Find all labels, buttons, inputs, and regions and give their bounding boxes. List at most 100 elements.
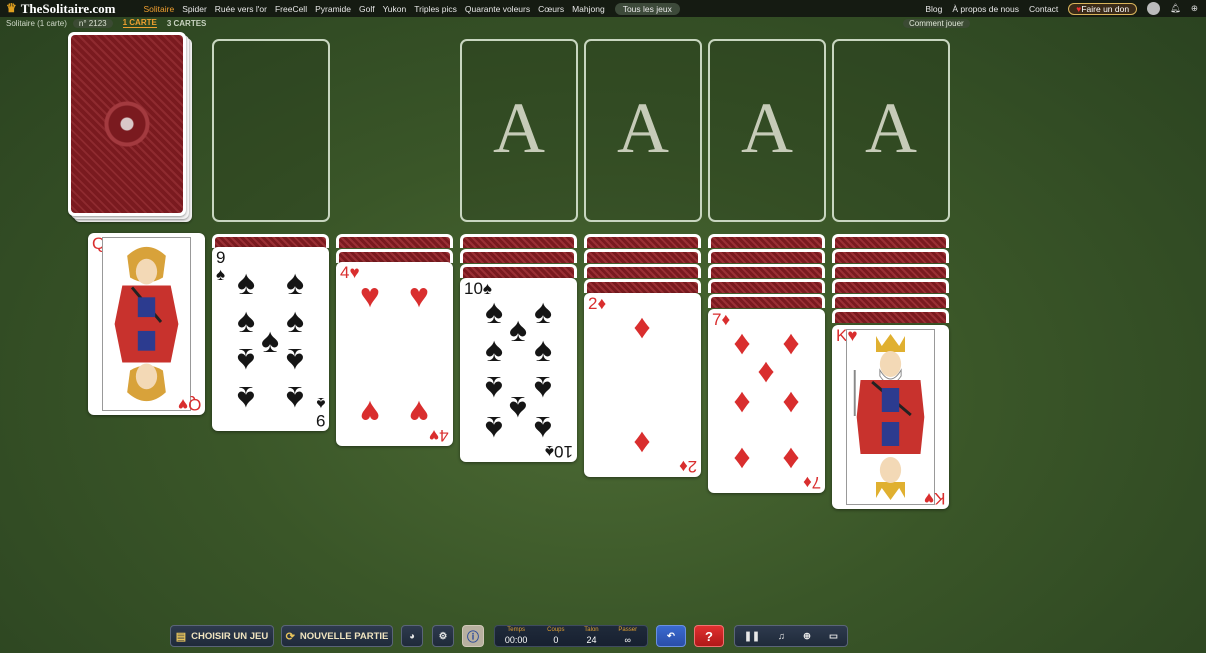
nav-golf[interactable]: Golf	[359, 4, 375, 14]
face-down-card	[584, 279, 701, 293]
nav-freecell[interactable]: FreeCell	[275, 4, 307, 14]
foundation-1[interactable]: A	[460, 39, 578, 222]
diamond-icon: ♦	[633, 424, 651, 462]
spade-icon: ♠	[236, 264, 256, 302]
diamond-icon: ♦	[757, 352, 775, 390]
card-index: Q♥	[177, 395, 201, 414]
card-index: 9 ♠	[216, 248, 226, 284]
ace-placeholder: A	[741, 88, 793, 168]
all-games-button[interactable]: Tous les jeux	[614, 2, 680, 15]
avatar[interactable]	[1147, 2, 1161, 15]
foundation-4[interactable]: A	[832, 39, 950, 222]
face-down-card	[832, 294, 949, 308]
face-down-card	[708, 234, 825, 248]
card-ten-spades[interactable]: 10♠ ♠ ♠ ♠ ♠ ♠ ♠ ♠ ♠ ♠ ♠ 10♠	[460, 278, 577, 462]
card-four-hearts[interactable]: 4♥ ♥ ♥ ♥ ♥ 4♥	[336, 262, 453, 446]
info-icon[interactable]: ⓘ	[462, 625, 484, 647]
spade-icon: ♠	[285, 264, 305, 302]
nav-forty-thieves[interactable]: Quarante voleurs	[465, 4, 530, 14]
nav-pyramid[interactable]: Pyramide	[315, 4, 351, 14]
spade-icon: ♠	[484, 409, 504, 447]
mode-one-card[interactable]: 1 CARTE	[122, 18, 157, 28]
bell-icon[interactable]: 🔔︎	[1170, 3, 1181, 14]
site-logo[interactable]: ♛ TheSolitaire.com	[6, 1, 116, 17]
card-seven-diamonds[interactable]: 7♦ ♦ ♦ ♦ ♦ ♦ ♦ ♦ 7♦	[708, 309, 825, 493]
stock-pile[interactable]	[68, 32, 186, 216]
undo-icon: ↶	[667, 630, 675, 642]
game-number[interactable]: n° 2123	[72, 18, 113, 28]
nav-yukon[interactable]: Yukon	[383, 4, 407, 14]
card-index: 2♦	[588, 294, 607, 313]
diamond-icon: ♦	[633, 308, 651, 346]
crown-icon: ♛	[6, 1, 17, 15]
spade-icon: ♠	[236, 302, 256, 340]
game-stats: Temps 00:00 Coups 0 Talon 24 Passer ∞	[494, 625, 648, 647]
nav-mahjong[interactable]: Mahjong	[572, 4, 605, 14]
nav-spider[interactable]: Spider	[182, 4, 207, 14]
about-link[interactable]: À propos de nous	[952, 4, 1019, 14]
face-down-card	[708, 249, 825, 263]
mode-three-cards[interactable]: 3 CARTES	[167, 19, 207, 28]
ace-placeholder: A	[493, 88, 545, 168]
heart-icon: ♥	[359, 277, 381, 315]
new-game-button[interactable]: ⟳ NOUVELLE PARTIE	[281, 625, 393, 647]
spade-icon: ♠	[260, 322, 280, 360]
face-down-card	[832, 249, 949, 263]
fullscreen-icon[interactable]: ▭	[829, 631, 838, 642]
card-index: 4♥	[429, 426, 449, 445]
spade-icon: ♠	[484, 293, 504, 331]
zoom-in-icon[interactable]: ⊕	[803, 631, 811, 642]
card-nine-spades[interactable]: 9 ♠ ♠ ♠ ♠ ♠ ♠ ♠ ♠ ♠ ♠ 9 ♠	[212, 247, 329, 431]
card-index: K♥	[923, 489, 945, 508]
pause-icon[interactable]: ❚❚	[744, 631, 760, 642]
nav-solitaire[interactable]: Solitaire	[144, 4, 175, 14]
palette-icon[interactable]: ◕	[401, 625, 423, 647]
spade-icon: ♠	[484, 369, 504, 407]
card-queen-hearts[interactable]: Q♥ Q♥	[88, 233, 205, 415]
ace-placeholder: A	[617, 88, 669, 168]
face-down-card	[460, 264, 577, 278]
choose-game-button[interactable]: ▤ CHOISIR UN JEU	[170, 625, 274, 647]
undo-button[interactable]: ↶	[656, 625, 686, 647]
stock-stat: Talon 24	[584, 627, 599, 645]
spade-icon: ♠	[285, 341, 305, 379]
card-king-hearts[interactable]: K♥ K♥	[832, 325, 949, 509]
card-index: 2♦	[678, 457, 697, 476]
question-icon: ?	[705, 628, 713, 644]
blog-link[interactable]: Blog	[925, 4, 942, 14]
how-to-play-button[interactable]: Comment jouer	[903, 18, 970, 28]
foundation-3[interactable]: A	[708, 39, 826, 222]
game-title: Solitaire (1 carte)	[6, 18, 67, 28]
face-down-card	[460, 249, 577, 263]
nav-hearts[interactable]: Cœurs	[538, 4, 564, 14]
queen-portrait	[102, 237, 191, 411]
spade-icon: ♠	[508, 389, 528, 427]
card-index: 9 ♠	[315, 394, 325, 430]
foundation-2[interactable]: A	[584, 39, 702, 222]
donate-button[interactable]: ♥Faire un don	[1068, 2, 1138, 15]
diamond-icon: ♦	[782, 324, 800, 362]
face-down-card	[832, 309, 949, 323]
pass-stat: Passer ∞	[618, 627, 638, 645]
diamond-icon: ♦	[733, 440, 751, 478]
media-controls: ❚❚ ♫ ⊕ ▭	[734, 625, 848, 647]
gear-icon[interactable]: ⚙	[432, 625, 454, 647]
nav-tripeaks[interactable]: Triples pics	[414, 4, 457, 14]
spade-icon: ♠	[533, 293, 553, 331]
face-down-card	[708, 264, 825, 278]
card-two-diamonds[interactable]: 2♦ ♦ ♦ 2♦	[584, 293, 701, 477]
contact-link[interactable]: Contact	[1029, 4, 1058, 14]
hint-button[interactable]: ?	[694, 625, 724, 647]
card-index: 4♥	[340, 263, 360, 282]
face-down-card	[336, 234, 453, 248]
globe-icon[interactable]: ⊕	[1191, 3, 1198, 14]
card-index: 7♦	[802, 473, 821, 492]
time-stat: Temps 00:00	[504, 627, 528, 645]
face-down-card	[832, 234, 949, 248]
waste-pile[interactable]	[212, 39, 330, 222]
spade-icon: ♠	[236, 341, 256, 379]
music-icon[interactable]: ♫	[778, 631, 785, 642]
top-nav-bar: ♛ TheSolitaire.com Solitaire Spider Ruée …	[0, 0, 1206, 17]
bottom-toolbar: ▤ CHOISIR UN JEU ⟳ NOUVELLE PARTIE ◕ ⚙ ⓘ T…	[0, 625, 1206, 649]
nav-gold-rush[interactable]: Ruée vers l'or	[215, 4, 267, 14]
